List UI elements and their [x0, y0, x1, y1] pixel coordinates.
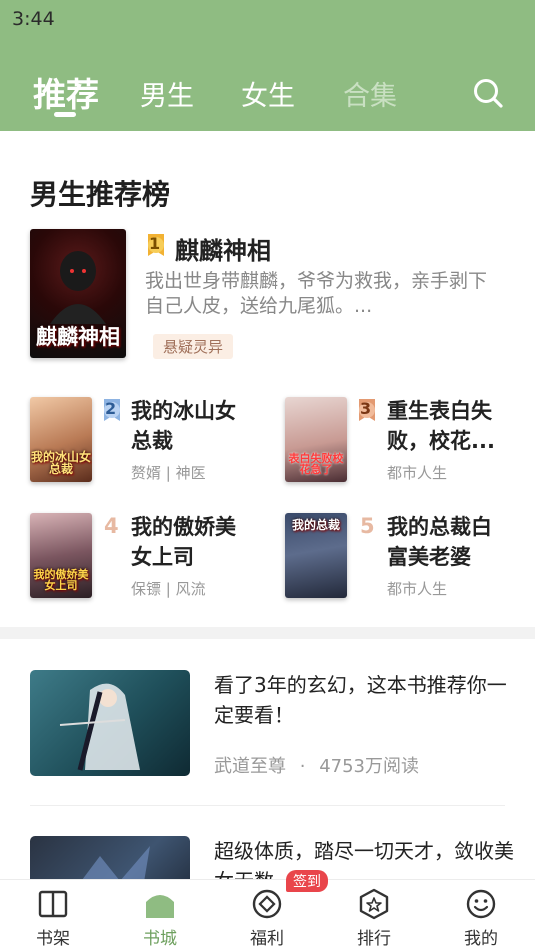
book-title: 我的总裁白富美老婆	[387, 515, 492, 569]
tab-female[interactable]: 女生	[241, 74, 295, 113]
cover-title: 麒麟神相	[36, 323, 120, 349]
cover-title: 我的傲娇美女上司	[33, 567, 89, 593]
section-divider	[0, 627, 535, 639]
book-title: 我的傲娇美女上司	[131, 515, 236, 569]
book-title: 麒麟神相	[175, 237, 271, 265]
tab-active-indicator	[54, 112, 76, 117]
welfare-icon	[252, 889, 282, 919]
book-meta: 都市人生	[387, 464, 448, 482]
main-content: 男生推荐榜 麒麟神相 1 麒麟神相 我出世身带麒麟，爷爷为救我，亲手剥下自己人皮…	[0, 131, 535, 879]
search-icon	[474, 79, 503, 108]
book-cover: 我的傲娇美女上司	[30, 513, 92, 598]
book-cover: 我的总裁	[285, 513, 347, 598]
tab-collection[interactable]: 合集	[343, 74, 397, 113]
book-meta: 保镖 | 风流	[131, 580, 206, 598]
profile-icon	[466, 889, 496, 919]
bookstore-icon	[146, 895, 174, 918]
ranking-title: 男生推荐榜	[30, 178, 171, 211]
nav-bookstore[interactable]: 书城	[130, 888, 190, 949]
book-cover: 我的冰山女总裁	[30, 397, 92, 482]
nav-label: 我的	[464, 929, 498, 949]
feed-read-count: 4753万阅读	[319, 756, 420, 777]
status-time: 3:44	[12, 8, 55, 30]
nav-label: 福利	[250, 929, 284, 949]
feed-divider	[30, 805, 505, 806]
nav-label: 书架	[36, 929, 70, 949]
nav-label: 排行	[357, 929, 391, 949]
cover-title: 我的冰山女总裁	[30, 449, 91, 477]
cover-title: 我的总裁	[291, 518, 340, 532]
rank-number: 5	[360, 514, 375, 538]
book-title: 重生表白失败，校花...	[387, 399, 495, 453]
rank-number: 1	[149, 234, 161, 253]
feed-meta: 武道至尊 · 4753万阅读	[214, 752, 419, 778]
nav-profile[interactable]: 我的	[451, 888, 511, 949]
tab-male[interactable]: 男生	[140, 74, 194, 113]
nav-welfare[interactable]: 福利	[237, 888, 297, 949]
book-cover: 麒麟神相	[30, 229, 126, 358]
cover-title: 表白失败校花急了	[288, 451, 344, 477]
rank-number: 3	[360, 399, 372, 418]
feed-item[interactable]: 看了3年的玄幻，这本书推荐你一定要看！ 武道至尊 · 4753万阅读	[0, 639, 535, 807]
nav-bookshelf[interactable]: 书架	[23, 888, 83, 949]
book-meta: 都市人生	[387, 580, 448, 598]
feed-book-name: 武道至尊	[214, 756, 286, 777]
feed-thumbnail	[30, 670, 190, 776]
feed-item[interactable]: 超级体质，踏尽一切天才，敛收美女无数	[0, 807, 535, 879]
ranking-card: 男生推荐榜 麒麟神相 1 麒麟神相 我出世身带麒麟，爷爷为救我，亲手剥下自己人皮…	[0, 131, 535, 627]
thumbnail-art	[59, 683, 140, 771]
book-description: 我出世身带麒麟，爷爷为救我，亲手剥下自己人皮，送给九尾狐。...	[145, 270, 488, 317]
bookshelf-icon	[38, 890, 68, 918]
book-title: 我的冰山女总裁	[131, 399, 236, 453]
tab-recommend[interactable]: 推荐	[33, 68, 99, 116]
rank-number: 4	[104, 514, 119, 538]
nav-ranking[interactable]: 排行	[344, 888, 404, 949]
book-meta: 赘婿 | 神医	[131, 464, 206, 482]
category-tabs: 推荐 男生 女生 合集	[0, 68, 535, 118]
feed-title: 超级体质，踏尽一切天才，敛收美女无数	[214, 839, 514, 879]
search-button[interactable]	[470, 75, 506, 111]
rank-number: 2	[105, 399, 117, 418]
book-cover: 表白失败校花急了	[285, 397, 347, 482]
thumbnail-art	[82, 846, 150, 879]
feed-thumbnail	[30, 836, 190, 879]
ranking-icon	[359, 888, 389, 920]
nav-label: 书城	[143, 929, 177, 949]
feed-title: 看了3年的玄幻，这本书推荐你一定要看！	[214, 673, 507, 727]
meta-separator: ·	[299, 756, 306, 777]
genre-tag: 悬疑灵异	[153, 334, 234, 359]
top-header: 3:44 推荐 男生 女生 合集	[0, 0, 535, 131]
bottom-navigation: 书架 书城 福利 排行 我的 签到	[0, 870, 535, 951]
checkin-badge[interactable]: 签到	[286, 870, 328, 892]
